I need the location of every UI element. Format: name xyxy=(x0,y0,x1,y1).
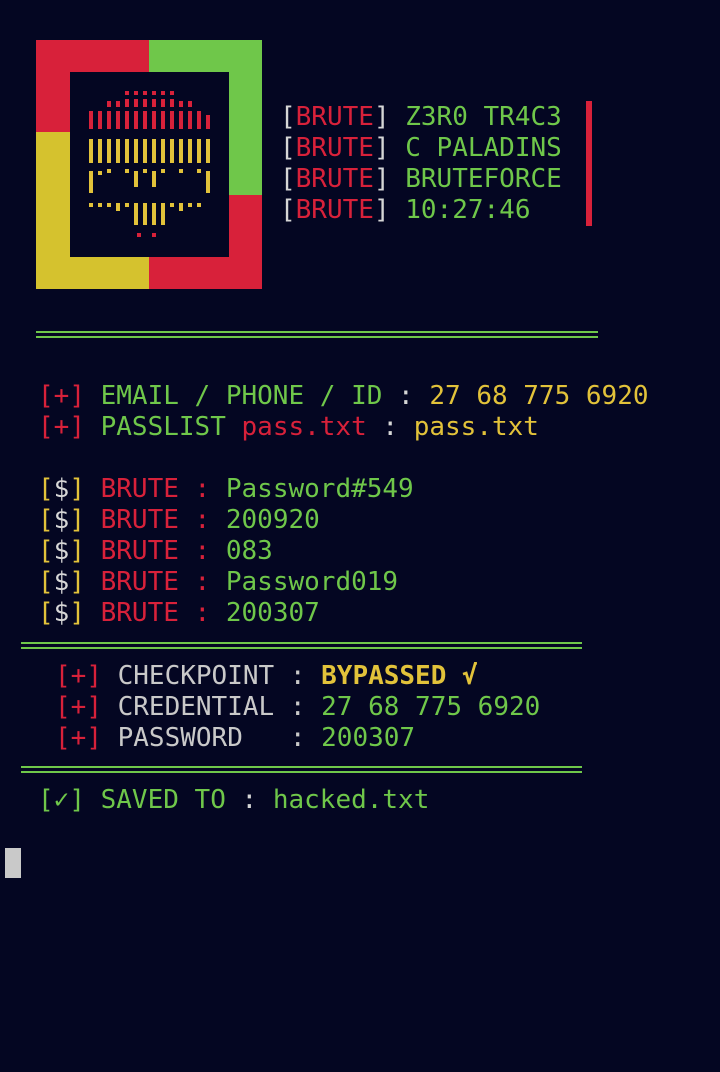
attempt-password: Password019 xyxy=(225,567,399,597)
banner-line-1: [BRUTE] Z3R0 TR4C3 xyxy=(280,102,562,132)
attempt-label: BRUTE xyxy=(100,567,179,597)
divider-bottom-2 xyxy=(21,771,582,773)
password-value: 200307 xyxy=(321,723,416,753)
passlist-line: [+] PASSLIST pass.txt : pass.txt xyxy=(38,412,539,442)
attempt-password: 083 xyxy=(225,536,273,566)
plus-marker: + xyxy=(53,412,70,442)
terminal-cursor[interactable] xyxy=(5,848,21,878)
check-icon: ✓ xyxy=(53,785,70,815)
dollar-marker: $ xyxy=(53,536,70,566)
attempt-row: [$] BRUTE : 200920 xyxy=(38,505,320,535)
passlist-file: pass.txt xyxy=(241,412,367,442)
id-line: [+] EMAIL / PHONE / ID : 27 68 775 6920 xyxy=(38,381,649,411)
plus-marker: + xyxy=(70,661,87,691)
plus-marker: + xyxy=(70,723,87,753)
dollar-marker: $ xyxy=(53,598,70,628)
banner-tag: BRUTE xyxy=(295,102,374,132)
separator: : xyxy=(398,381,414,411)
plus-marker: + xyxy=(53,381,70,411)
banner-time: 10:27:46 xyxy=(405,195,531,225)
credential-label: CREDENTIAL xyxy=(117,692,275,722)
dollar-marker: $ xyxy=(53,474,70,504)
saved-label: SAVED TO xyxy=(100,785,226,815)
divider-top-2 xyxy=(36,336,598,338)
passlist-label: PASSLIST xyxy=(100,412,226,442)
attempt-row: [$] BRUTE : 200307 xyxy=(38,598,320,628)
banner-line-4: [BRUTE] 10:27:46 xyxy=(280,195,531,225)
separator: : xyxy=(382,412,399,442)
banner-line-2: [BRUTE] C PALADINS xyxy=(280,133,562,163)
attempt-label: BRUTE xyxy=(100,474,179,504)
saved-file: hacked.txt xyxy=(272,785,430,815)
divider-top xyxy=(36,331,598,333)
attempt-label: BRUTE xyxy=(100,536,179,566)
plus-marker: + xyxy=(70,692,87,722)
banner-tag: BRUTE xyxy=(295,133,374,163)
attempt-row: [$] BRUTE : Password019 xyxy=(38,567,399,597)
divider-mid-2 xyxy=(21,647,582,649)
banner-line-3: [BRUTE] BRUTEFORCE xyxy=(280,164,562,194)
password-label: PASSWORD xyxy=(117,723,243,753)
attempt-password: 200920 xyxy=(225,505,320,535)
banner-value: C PALADINS xyxy=(405,133,562,163)
divider-bottom xyxy=(21,766,582,768)
divider-mid xyxy=(21,642,582,644)
attempt-label: BRUTE xyxy=(100,598,179,628)
password-line: [+] PASSWORD : 200307 xyxy=(55,723,416,753)
dollar-marker: $ xyxy=(53,567,70,597)
id-label: EMAIL / PHONE / ID xyxy=(100,381,383,411)
attempt-row: [$] BRUTE : Password#549 xyxy=(38,474,414,504)
checkpoint-line: [+] CHECKPOINT : BYPASSED √ xyxy=(55,661,478,691)
credential-line: [+] CREDENTIAL : 27 68 775 6920 xyxy=(55,692,541,722)
banner-tag: BRUTE xyxy=(295,164,374,194)
attempt-label: BRUTE xyxy=(100,505,179,535)
passlist-value: pass.txt xyxy=(413,412,539,442)
attempt-password: Password#549 xyxy=(225,474,414,504)
credential-value: 27 68 775 6920 xyxy=(321,692,541,722)
attempt-password: 200307 xyxy=(225,598,320,628)
banner-tag: BRUTE xyxy=(295,195,374,225)
checkpoint-value: BYPASSED √ xyxy=(321,661,478,691)
id-value: 27 68 775 6920 xyxy=(429,381,649,411)
dollar-marker: $ xyxy=(53,505,70,535)
saved-line: [✓] SAVED TO : hacked.txt xyxy=(38,785,430,815)
skull-ascii-icon xyxy=(89,91,210,237)
checkpoint-label: CHECKPOINT xyxy=(117,661,275,691)
banner-side-bar xyxy=(586,101,592,226)
banner-value: BRUTEFORCE xyxy=(405,164,562,194)
banner-value: Z3R0 TR4C3 xyxy=(405,102,562,132)
attempt-row: [$] BRUTE : 083 xyxy=(38,536,273,566)
